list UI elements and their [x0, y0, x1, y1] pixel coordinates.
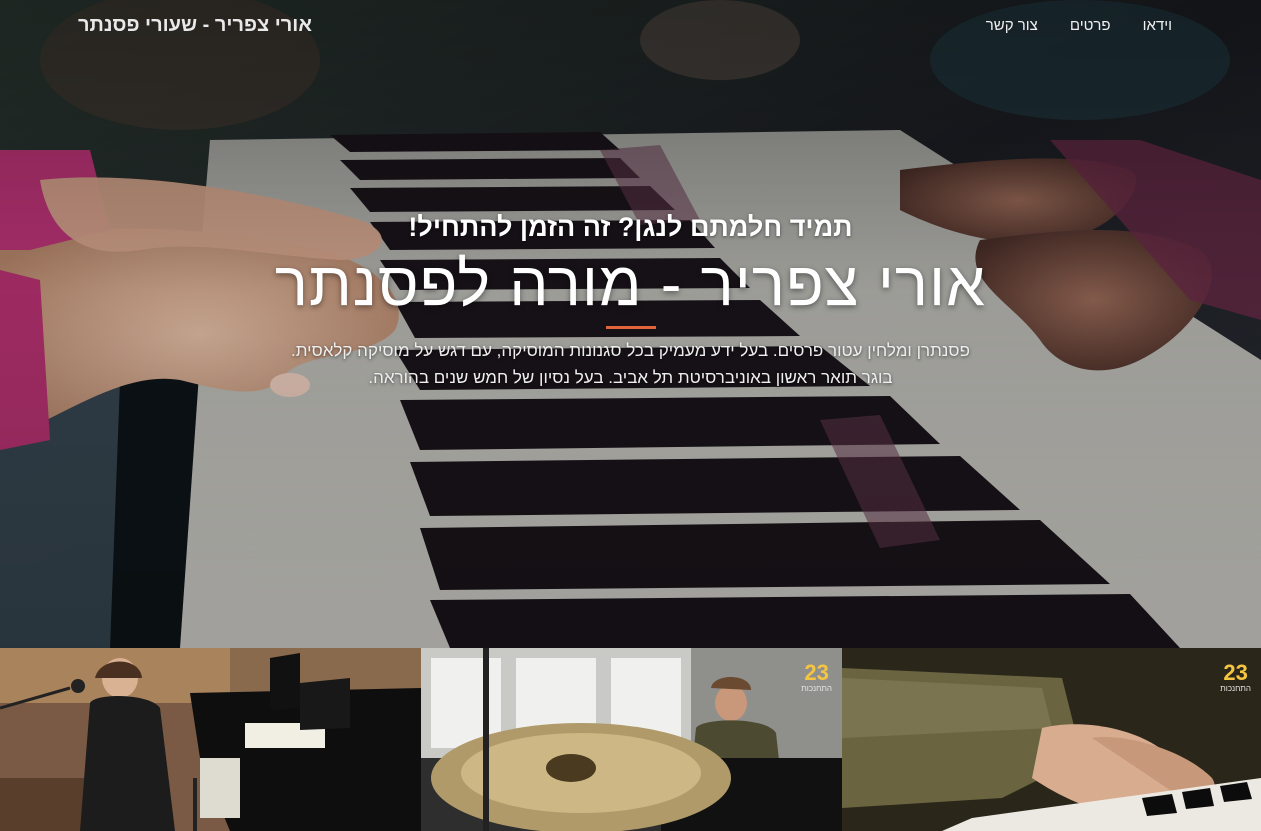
hero-tagline: תמיד חלמתם לנגן? זה הזמן להתחיל!	[408, 212, 853, 242]
brand-link[interactable]: אורי צפריר - שעורי פסנתר	[78, 14, 312, 37]
page: אורי צפריר - שעורי פסנתר צור קשר פרטים ו…	[0, 0, 1261, 831]
hands-photo	[842, 648, 1261, 831]
accent-divider	[605, 326, 656, 329]
channel-logo-sub: התחנכות	[801, 684, 832, 693]
hero-content: תמיד חלמתם לנגן? זה הזמן להתחיל! אורי צפ…	[0, 208, 1261, 391]
channel-logo: 23 התחנכות	[1220, 662, 1251, 694]
top-navbar: אורי צפריר - שעורי פסנתר צור קשר פרטים ו…	[0, 0, 1261, 54]
gallery-item-hands[interactable]: 23 התחנכות	[842, 648, 1261, 831]
hero-headline: אורי צפריר - מורה לפסנתר	[274, 250, 987, 319]
channel-logo: 23 התחנכות	[801, 662, 832, 694]
drums-photo	[421, 648, 842, 831]
concert-photo	[0, 648, 421, 831]
gallery-item-drums[interactable]: 23 התחנכות	[421, 648, 842, 831]
video-gallery: 23 התחנכות 23 התחנכות	[0, 648, 1261, 831]
nav-links: צור קשר פרטים וידאו	[986, 17, 1172, 34]
nav-link-details[interactable]: פרטים	[1070, 17, 1111, 34]
channel-logo-number: 23	[1223, 660, 1248, 685]
gallery-item-concert[interactable]	[0, 648, 421, 831]
nav-link-video[interactable]: וידאו	[1143, 17, 1172, 34]
hero-intro: פסנתרן ומלחין עטור פרסים. בעל ידע מעמיק …	[291, 341, 970, 387]
nav-link-contact[interactable]: צור קשר	[986, 17, 1038, 34]
channel-logo-sub: התחנכות	[1220, 684, 1251, 693]
channel-logo-number: 23	[804, 660, 829, 685]
